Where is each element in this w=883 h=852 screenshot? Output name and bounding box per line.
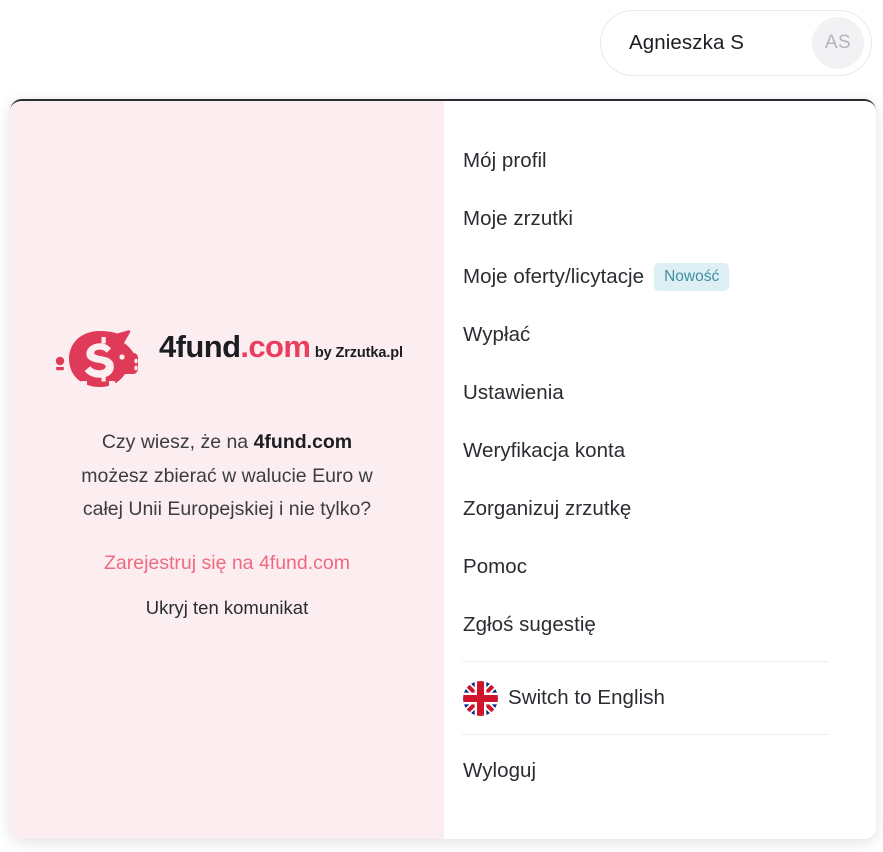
uk-flag-icon <box>463 680 498 716</box>
status-badge: Nowość <box>654 262 730 292</box>
menu-item-label: Zorganizuj zrzutkę <box>463 497 632 520</box>
menu-divider <box>462 661 828 662</box>
menu-item-moje-zrzutki[interactable]: Moje zrzutki <box>444 190 876 248</box>
menu-item-label: Ustawienia <box>463 381 564 404</box>
menu-item-pomoc[interactable]: Pomoc <box>444 538 876 596</box>
menu-item-moje-oferty-licytacje[interactable]: Moje oferty/licytacje Nowość <box>444 248 876 306</box>
logo-wordmark-tld: .com <box>240 329 311 364</box>
4fund-logo: 4fund.com by Zrzutka.pl <box>10 323 444 395</box>
menu-item-label: Mój profil <box>463 149 547 172</box>
menu-item-wyloguj[interactable]: Wyloguj <box>444 742 876 800</box>
promo-panel: 4fund.com by Zrzutka.pl Czy wiesz, że na… <box>10 101 444 839</box>
piggy-bank-icon <box>51 323 147 395</box>
menu-item-zorganizuj-zrzutke[interactable]: Zorganizuj zrzutkę <box>444 480 876 538</box>
promo-line1-brand: 4fund.com <box>253 431 353 453</box>
menu-item-ustawienia[interactable]: Ustawienia <box>444 364 876 422</box>
account-menu-button[interactable]: Agnieszka S AS <box>600 10 872 76</box>
account-menu-list: Mój profil Moje zrzutki Moje oferty/licy… <box>444 101 876 839</box>
menu-item-label: Switch to English <box>508 686 665 709</box>
logo-text: 4fund.com by Zrzutka.pl <box>159 323 403 362</box>
promo-dismiss-link[interactable]: Ukryj ten komunikat <box>10 597 444 619</box>
menu-item-switch-to-english[interactable]: Switch to English <box>444 669 876 727</box>
menu-item-label: Zgłoś sugestię <box>463 613 596 636</box>
menu-item-label: Pomoc <box>463 555 528 578</box>
promo-line1-prefix: Czy wiesz, że na <box>101 431 254 453</box>
menu-divider <box>462 734 828 735</box>
promo-message: Czy wiesz, że na 4fund.com możesz zbiera… <box>10 426 444 527</box>
logo-wordmark: 4fund.com <box>159 329 311 364</box>
menu-item-moj-profil[interactable]: Mój profil <box>444 132 876 190</box>
page-root: Agnieszka S AS 4fund.com by Zrzutka.pl C… <box>0 0 883 852</box>
logo-wordmark-main: 4fund <box>159 329 241 364</box>
promo-register-link[interactable]: Zarejestruj się na 4fund.com <box>10 552 444 575</box>
menu-item-label: Moje oferty/licytacje <box>463 265 645 288</box>
menu-item-label: Wyloguj <box>463 759 537 782</box>
account-name: Agnieszka S <box>629 31 745 54</box>
account-dropdown-panel: 4fund.com by Zrzutka.pl Czy wiesz, że na… <box>10 99 876 839</box>
menu-item-label: Moje zrzutki <box>463 207 573 230</box>
menu-item-label: Weryfikacja konta <box>463 439 626 462</box>
avatar: AS <box>812 17 864 69</box>
menu-item-weryfikacja-konta[interactable]: Weryfikacja konta <box>444 422 876 480</box>
promo-line3: całej Unii Europejskiej i nie tylko? <box>82 498 372 521</box>
promo-line2: możesz zbierać w walucie Euro w <box>81 464 373 487</box>
menu-item-zglos-sugestie[interactable]: Zgłoś sugestię <box>444 596 876 654</box>
logo-subtitle: by Zrzutka.pl <box>314 345 403 361</box>
menu-item-wyplac[interactable]: Wypłać <box>444 306 876 364</box>
menu-item-label: Wypłać <box>463 323 531 346</box>
